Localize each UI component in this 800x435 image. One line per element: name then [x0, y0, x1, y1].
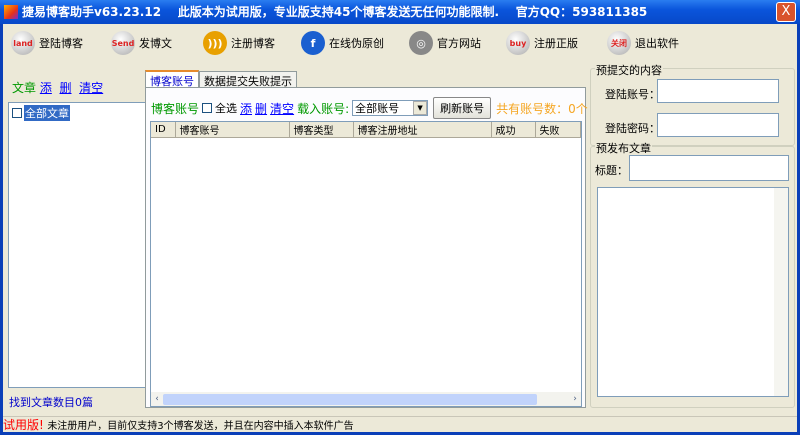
toolbar-label: 在线伪原创: [329, 37, 384, 50]
tab-bar: 博客账号 数据提交失败提示: [145, 70, 297, 88]
toolbar-button-1[interactable]: Send 发博文: [111, 28, 172, 58]
toolbar-label: 发博文: [139, 37, 172, 50]
scroll-left-icon[interactable]: ‹: [151, 394, 163, 404]
login-password-input[interactable]: [657, 113, 779, 137]
article-header: 文章 添 删 清空: [12, 79, 103, 96]
tree-item-all-articles[interactable]: 全部文章: [24, 105, 70, 121]
chevron-down-icon[interactable]: ▼: [413, 101, 428, 115]
article-label: 文章: [12, 81, 37, 95]
toolbar-button-2[interactable]: ))) 注册博客: [203, 28, 275, 58]
login-account-label: 登陆账号：: [605, 88, 660, 101]
toolbar-icon: buy: [506, 31, 530, 55]
client-area: land 登陆博客 Send 发博文))) 注册博客 f 在线伪原创 ◎ 官方网站 buy 注册正版…: [3, 24, 797, 432]
select-all-label: 全选: [215, 102, 238, 115]
tab-submit-failures[interactable]: 数据提交失败提示: [199, 71, 297, 88]
pre-submit-title: 预提交的内容: [595, 62, 663, 78]
horizontal-scrollbar[interactable]: ‹ ›: [151, 392, 581, 406]
pre-publish-title: 预发布文章: [595, 140, 652, 156]
scroll-right-icon[interactable]: ›: [569, 394, 581, 404]
col-id[interactable]: ID: [151, 122, 176, 138]
login-account-input[interactable]: [657, 79, 779, 103]
accounts-table[interactable]: ID 博客账号 博客类型 博客注册地址 成功 失败 ‹ ›: [150, 121, 582, 407]
scroll-thumb[interactable]: [163, 393, 537, 405]
rss-icon: ))): [203, 31, 227, 55]
close-button[interactable]: X: [776, 2, 796, 22]
total-accounts: 共有账号数：0个: [496, 101, 588, 116]
load-account-select[interactable]: 全部账号 ▼: [352, 100, 429, 116]
select-all-checkbox[interactable]: [202, 103, 213, 113]
table-header: ID 博客账号 博客类型 博客注册地址 成功 失败: [151, 122, 581, 138]
trial-label: 试用版!: [3, 418, 44, 432]
login-password-label: 登陆密码：: [605, 122, 660, 135]
col-fail[interactable]: 失败: [535, 122, 581, 138]
add-account-link[interactable]: 添: [240, 100, 252, 117]
toolbar-icon: land: [11, 31, 35, 55]
title-bar: 捷易博客助手v63.23.12 此版本为试用版，专业版支持45个博客发送无任何功…: [0, 0, 800, 24]
delete-account-link[interactable]: 删: [255, 100, 267, 117]
load-account-label: 载入账号:: [297, 101, 350, 116]
col-type[interactable]: 博客类型: [289, 122, 354, 138]
article-count: 找到文章数目0篇: [9, 396, 93, 409]
toolbar-icon: 关闭: [607, 31, 631, 55]
delete-article-link[interactable]: 删: [60, 81, 72, 95]
toolbar-label: 注册博客: [231, 37, 275, 50]
col-url[interactable]: 博客注册地址: [353, 122, 492, 138]
tab-panel: 博客账号 全选 添 删 清空 载入账号: 全部账号 ▼ 刷新账号 共有账号数：0…: [145, 87, 588, 408]
vertical-scrollbar[interactable]: [774, 188, 788, 396]
article-tree[interactable]: 全部文章: [8, 102, 146, 388]
col-account[interactable]: 博客账号: [175, 122, 290, 138]
col-success[interactable]: 成功: [491, 122, 536, 138]
status-bar: 试用版! 未注册用户，目前仅支持3个博客发送，并且在内容中插入本软件广告: [3, 416, 797, 432]
facebook-icon: f: [301, 31, 325, 55]
toolbar-button-0[interactable]: land 登陆博客: [11, 28, 83, 58]
title-input[interactable]: [629, 155, 789, 181]
title-label: 标题：: [595, 164, 628, 177]
globe-icon: ◎: [409, 31, 433, 55]
toolbar-label: 官方网站: [437, 37, 481, 50]
toolbar-label: 登陆博客: [39, 37, 83, 50]
load-account-value: 全部账号: [355, 102, 400, 115]
root-checkbox[interactable]: [12, 108, 22, 118]
add-article-link[interactable]: 添: [40, 81, 52, 95]
toolbar-button-3[interactable]: f 在线伪原创: [301, 28, 384, 58]
tab-blog-accounts[interactable]: 博客账号: [145, 70, 199, 88]
toolbar-icon: Send: [111, 31, 135, 55]
status-message: 未注册用户，目前仅支持3个博客发送，并且在内容中插入本软件广告: [47, 421, 354, 432]
toolbar-button-6[interactable]: 关闭 退出软件: [607, 28, 679, 58]
refresh-accounts-button[interactable]: 刷新账号: [433, 97, 492, 119]
pre-submit-group: 预提交的内容 登陆账号： 登陆密码：: [590, 62, 795, 146]
clear-article-link[interactable]: 清空: [79, 81, 103, 95]
toolbar-button-5[interactable]: buy 注册正版: [506, 28, 578, 58]
app-icon: [4, 5, 18, 19]
toolbar-button-4[interactable]: ◎ 官方网站: [409, 28, 481, 58]
toolbar-label: 退出软件: [635, 37, 679, 50]
blog-account-label: 博客账号: [151, 101, 200, 116]
toolbar-label: 注册正版: [534, 37, 578, 50]
content-textarea[interactable]: [597, 187, 789, 397]
pre-publish-group: 预发布文章 标题：: [590, 140, 795, 408]
clear-account-link[interactable]: 清空: [270, 100, 294, 117]
